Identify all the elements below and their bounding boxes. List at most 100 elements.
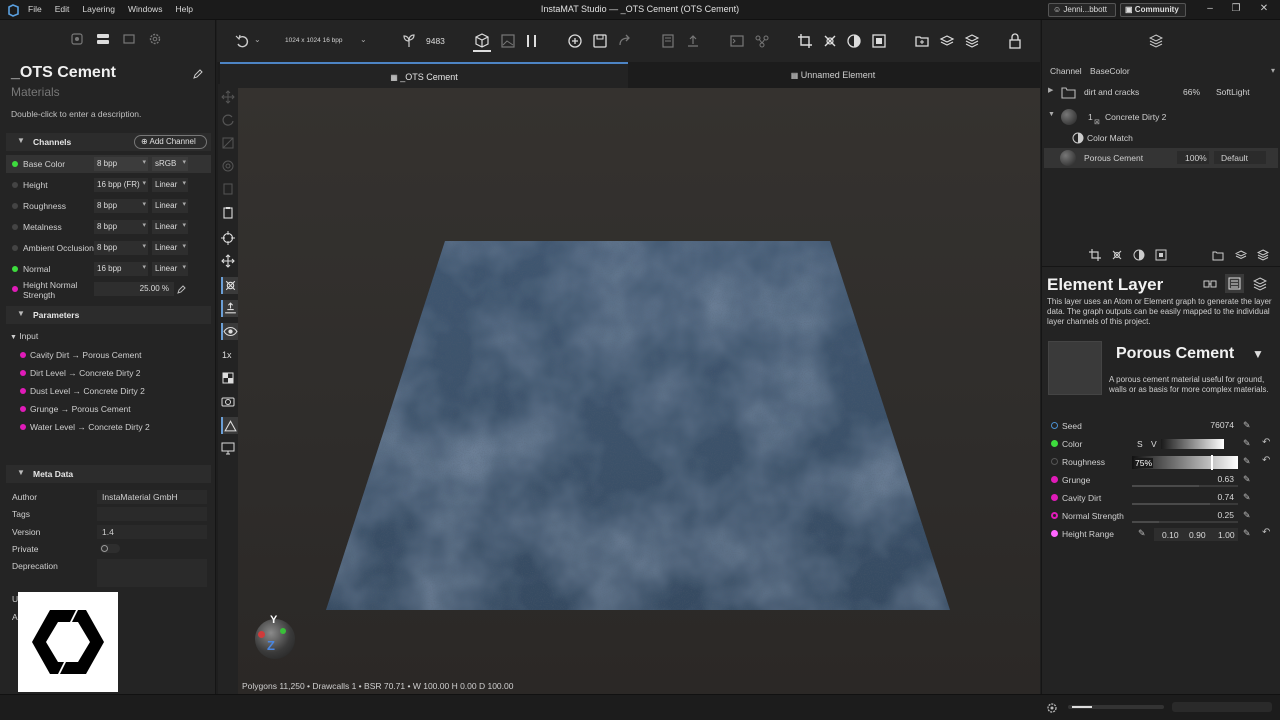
- 3d-view-cube-icon[interactable]: [474, 33, 490, 49]
- metadata-section-header[interactable]: ▼ Meta Data: [6, 465, 211, 483]
- layer-stack-add-icon[interactable]: [939, 33, 955, 49]
- parameter-item[interactable]: Cavity Dirt → Porous Cement: [20, 350, 141, 360]
- add-layer-icon[interactable]: [567, 33, 583, 49]
- crop-icon[interactable]: [1089, 249, 1101, 261]
- scale-1x-icon[interactable]: 1x: [221, 347, 235, 361]
- tags-field[interactable]: [97, 507, 207, 521]
- color-value-slider[interactable]: [1161, 439, 1224, 449]
- layers-icon[interactable]: [1253, 277, 1267, 291]
- menu-windows[interactable]: Windows: [128, 4, 162, 14]
- layer-row-filter[interactable]: Color Match: [1044, 128, 1278, 148]
- height-range-min[interactable]: 0.10: [1162, 530, 1179, 540]
- close-icon[interactable]: ✕: [1254, 3, 1274, 14]
- edit-pencil-icon[interactable]: ✎: [1243, 456, 1251, 467]
- author-field[interactable]: InstaMaterial GmbH: [97, 490, 207, 504]
- move-icon[interactable]: [221, 90, 235, 104]
- new-folder-icon[interactable]: [914, 33, 930, 49]
- channel-row[interactable]: Height 16 bpp (FR) ▾ Linear ▾: [6, 176, 211, 194]
- channel-bpp-select[interactable]: 8 bpp ▾: [94, 220, 148, 234]
- height-displace-icon[interactable]: [221, 300, 238, 317]
- bake-icon[interactable]: [660, 33, 676, 49]
- edit-pencil-icon[interactable]: ✎: [1243, 420, 1251, 431]
- tab-unnamed-element[interactable]: ▦ Unnamed Element: [628, 62, 1038, 88]
- camera-icon[interactable]: [221, 394, 235, 408]
- parameter-item[interactable]: Grunge → Porous Cement: [20, 404, 131, 414]
- parameter-item[interactable]: Water Level → Concrete Dirty 2: [20, 422, 150, 432]
- paste-icon[interactable]: [221, 182, 235, 196]
- crop-icon[interactable]: [797, 33, 813, 49]
- scale-icon[interactable]: [221, 136, 235, 150]
- user-account-button[interactable]: ☺ Jenni...bbott: [1048, 3, 1116, 17]
- upload-icon[interactable]: [685, 33, 701, 49]
- edit-pencil-icon[interactable]: ✎: [1243, 492, 1251, 503]
- height-range-max[interactable]: 1.00: [1218, 530, 1235, 540]
- environment-light-icon[interactable]: [221, 417, 238, 434]
- layers-view-icon[interactable]: [122, 32, 136, 46]
- edit-pencil-icon[interactable]: ✎: [1243, 474, 1251, 485]
- channel-colorspace-select[interactable]: Linear ▾: [152, 262, 188, 276]
- console-icon[interactable]: [729, 33, 745, 49]
- lock-icon[interactable]: [1007, 33, 1023, 49]
- menu-layering[interactable]: Layering: [82, 4, 115, 14]
- 2d-view-image-icon[interactable]: [500, 33, 516, 49]
- visibility-eye-icon[interactable]: [221, 323, 238, 340]
- restore-icon[interactable]: ❐: [1226, 3, 1246, 14]
- minimize-icon[interactable]: –: [1200, 3, 1220, 14]
- material-thumbnail[interactable]: [1048, 341, 1102, 395]
- graph-nodes-icon[interactable]: [754, 33, 770, 49]
- image-fill-icon[interactable]: [1155, 249, 1167, 261]
- layer-blend-mode[interactable]: SoftLight: [1216, 87, 1250, 97]
- channel-bpp-select[interactable]: 8 bpp ▾: [94, 199, 148, 213]
- layer-row-selected[interactable]: Porous Cement 100% Default: [1044, 148, 1278, 168]
- edit-pencil-icon[interactable]: ✎: [1243, 438, 1251, 449]
- properties-tab-active[interactable]: [1225, 274, 1244, 293]
- settings-gear-icon[interactable]: [1046, 702, 1058, 714]
- layer-row-element[interactable]: ▼ 1 ⊠ Concrete Dirty 2: [1044, 107, 1278, 127]
- image-fill-icon[interactable]: [871, 33, 887, 49]
- parameter-item[interactable]: Dust Level → Concrete Dirty 2: [20, 386, 145, 396]
- resolution-select[interactable]: 1024 x 1024 16 bpp: [285, 37, 342, 44]
- parameters-section-header[interactable]: ▼ Parameters: [6, 306, 211, 324]
- reset-arrow-icon[interactable]: ↶: [1262, 455, 1270, 466]
- edit-pencil-icon[interactable]: [192, 68, 204, 80]
- monitor-icon[interactable]: [221, 441, 235, 455]
- channels-section-header[interactable]: ▼ Channels ⊕ Add Channel: [6, 133, 211, 151]
- target-icon[interactable]: [221, 159, 235, 173]
- version-field[interactable]: 1.4: [97, 525, 207, 539]
- layers-icon[interactable]: [964, 33, 980, 49]
- export-arrow-icon[interactable]: [617, 33, 633, 49]
- menu-file[interactable]: File: [28, 4, 42, 14]
- channel-bpp-select[interactable]: 8 bpp ▾: [94, 157, 148, 171]
- height-range-mid[interactable]: 0.90: [1189, 530, 1206, 540]
- parameter-item[interactable]: Dirt Level → Concrete Dirty 2: [20, 368, 141, 378]
- community-button[interactable]: ▣ Community: [1120, 3, 1186, 17]
- layers-icon[interactable]: [1257, 249, 1269, 261]
- edit-pencil-icon[interactable]: ✎: [1243, 528, 1251, 539]
- library-icon[interactable]: [70, 32, 84, 46]
- private-toggle[interactable]: [100, 544, 120, 553]
- chevron-down-icon[interactable]: ⌄: [360, 35, 367, 44]
- save-icon[interactable]: [592, 33, 608, 49]
- channel-row[interactable]: Ambient Occlusion 8 bpp ▾ Linear ▾: [6, 239, 211, 257]
- undo-dropdown-icon[interactable]: ⌄: [254, 35, 261, 44]
- layer-opacity[interactable]: 66%: [1183, 87, 1200, 97]
- height-normal-strength-input[interactable]: 25.00 %: [94, 282, 174, 296]
- undo-icon[interactable]: [234, 33, 250, 49]
- crosshair-icon[interactable]: [221, 231, 235, 245]
- layer-blend-mode[interactable]: Default: [1221, 153, 1248, 163]
- axis-gizmo[interactable]: Y Z: [252, 614, 298, 662]
- checker-grid-icon[interactable]: [221, 371, 235, 385]
- channel-colorspace-select[interactable]: Linear ▾: [152, 241, 188, 255]
- graph-link-icon[interactable]: [1203, 277, 1217, 291]
- input-group[interactable]: ▼ Input: [10, 331, 38, 341]
- channel-bpp-select[interactable]: 8 bpp ▾: [94, 241, 148, 255]
- channel-row[interactable]: Normal 16 bpp ▾ Linear ▾: [6, 260, 211, 278]
- rotate-icon[interactable]: [221, 113, 235, 127]
- split-view-icon[interactable]: [524, 33, 540, 49]
- mask-icon[interactable]: [822, 33, 838, 49]
- channel-bpp-select[interactable]: 16 bpp (FR) ▾: [94, 178, 148, 192]
- seed-value[interactable]: 9483: [426, 36, 445, 46]
- document-description[interactable]: Double-click to enter a description.: [11, 109, 141, 119]
- channel-row[interactable]: Roughness 8 bpp ▾ Linear ▾: [6, 197, 211, 215]
- new-folder-icon[interactable]: [1212, 249, 1224, 261]
